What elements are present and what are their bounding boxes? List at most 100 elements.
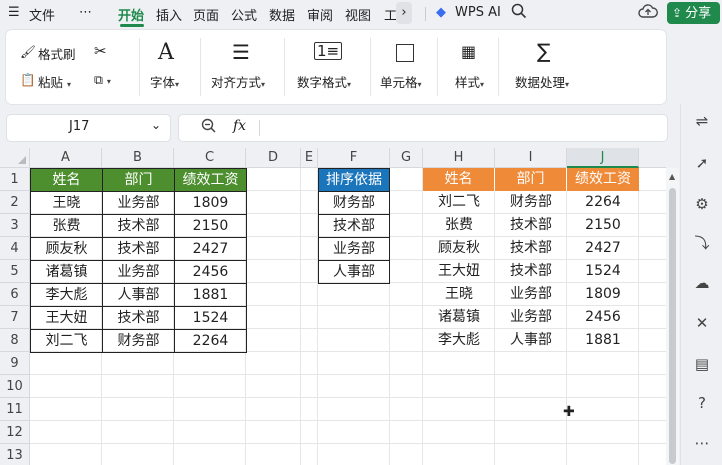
table2-cell[interactable]: 技术部 xyxy=(495,237,567,260)
table2-cell[interactable]: 技术部 xyxy=(495,214,567,237)
formula-bar[interactable]: fx xyxy=(178,114,668,142)
row-header[interactable]: 4 xyxy=(0,237,30,260)
table1-cell[interactable]: 技术部 xyxy=(102,214,175,238)
settings-sliders-icon[interactable]: ⚙ xyxy=(693,195,711,213)
zoom-icon[interactable] xyxy=(201,118,217,138)
table1-cell[interactable]: 李大彪 xyxy=(30,283,103,307)
table1-cell[interactable]: 王大妞 xyxy=(30,306,103,330)
table2-cell[interactable]: 业务部 xyxy=(495,306,567,329)
column-header-c[interactable]: C xyxy=(174,148,246,168)
table2-header-name[interactable]: 姓名 xyxy=(423,168,495,191)
table1-cell[interactable]: 2264 xyxy=(174,329,247,353)
tab-review[interactable]: 审阅 xyxy=(307,5,333,24)
table2-cell[interactable]: 1809 xyxy=(567,283,639,306)
search-icon[interactable] xyxy=(511,3,527,23)
spreadsheet-grid[interactable]: A B C D E F G H I J 1 2 3 4 5 6 7 8 9 10… xyxy=(0,148,666,465)
column-header-i[interactable]: I xyxy=(495,148,567,168)
table2-cell[interactable]: 业务部 xyxy=(495,283,567,306)
table1-cell[interactable]: 财务部 xyxy=(102,329,175,353)
table2-cell[interactable]: 刘二飞 xyxy=(423,191,495,214)
table1-cell[interactable]: 2456 xyxy=(174,260,247,284)
tab-view[interactable]: 视图 xyxy=(345,5,371,24)
table1-cell[interactable]: 顾友秋 xyxy=(30,237,103,261)
copy-button[interactable]: ⧉ ▾ xyxy=(94,72,111,88)
table2-cell[interactable]: 诸葛镇 xyxy=(423,306,495,329)
align-button[interactable]: 对齐方式▾ xyxy=(211,72,265,91)
table1-header-dept[interactable]: 部门 xyxy=(102,168,175,192)
table2-cell[interactable]: 2456 xyxy=(567,306,639,329)
tab-insert[interactable]: 插入 xyxy=(156,5,182,24)
table1-cell[interactable]: 1809 xyxy=(174,191,247,215)
scroll-thumb[interactable] xyxy=(669,188,676,464)
scroll-up-icon[interactable]: ▲ xyxy=(669,172,675,181)
help-icon[interactable]: ? xyxy=(693,394,711,412)
table2-cell[interactable]: 张费 xyxy=(423,214,495,237)
row-header[interactable]: 9 xyxy=(0,352,30,375)
select-all-corner[interactable] xyxy=(0,148,30,168)
style-button[interactable]: 样式▾ xyxy=(455,72,484,91)
table1-cell[interactable]: 王晓 xyxy=(30,191,103,215)
hamburger-menu-icon[interactable]: ☰ xyxy=(8,5,20,20)
column-header-g[interactable]: G xyxy=(390,148,423,168)
column-header-b[interactable]: B xyxy=(102,148,174,168)
tab-home[interactable]: 开始 xyxy=(118,5,144,24)
tabs-scroll-right-icon[interactable]: › xyxy=(396,2,412,24)
row-header[interactable]: 7 xyxy=(0,306,30,329)
table2-cell[interactable]: 王晓 xyxy=(423,283,495,306)
table2-cell[interactable]: 顾友秋 xyxy=(423,237,495,260)
row-header[interactable]: 1 xyxy=(0,168,30,191)
table1-cell[interactable]: 1881 xyxy=(174,283,247,307)
name-box[interactable]: J17 ⌄ xyxy=(6,114,171,142)
wps-ai-button[interactable]: WPS AI xyxy=(455,5,501,20)
format-painter-button[interactable]: 格式刷 xyxy=(38,44,76,63)
column-header-e[interactable]: E xyxy=(301,148,318,168)
column-header-k[interactable] xyxy=(639,148,666,168)
transfer-icon[interactable]: ⤵ xyxy=(693,234,711,252)
font-button[interactable]: 字体▾ xyxy=(150,72,179,91)
table1-cell[interactable]: 人事部 xyxy=(102,283,175,307)
chevron-down-icon[interactable]: ⌄ xyxy=(151,118,161,132)
column-header-f[interactable]: F xyxy=(318,148,390,168)
column-header-a[interactable]: A xyxy=(30,148,102,168)
row-header[interactable]: 12 xyxy=(0,421,30,444)
table1-cell[interactable]: 刘二飞 xyxy=(30,329,103,353)
sort-key-header[interactable]: 排序依据 xyxy=(318,168,390,192)
row-header[interactable]: 6 xyxy=(0,283,30,306)
tab-formula[interactable]: 公式 xyxy=(231,5,257,24)
table2-header-salary[interactable]: 绩效工资 xyxy=(567,168,639,191)
cut-icon[interactable]: ✂ xyxy=(94,42,107,60)
table2-cell[interactable]: 2427 xyxy=(567,237,639,260)
table1-header-salary[interactable]: 绩效工资 xyxy=(174,168,247,192)
table2-header-dept[interactable]: 部门 xyxy=(495,168,567,191)
share-button[interactable]: ⇪ 分享 xyxy=(667,2,720,24)
cell-button[interactable]: 单元格▾ xyxy=(380,72,422,91)
column-header-d[interactable]: D xyxy=(246,148,301,168)
table2-cell[interactable]: 李大彪 xyxy=(423,329,495,352)
pointer-icon[interactable]: ➚ xyxy=(693,154,711,172)
more-icon[interactable]: ⋯ xyxy=(693,434,711,452)
table1-cell[interactable]: 2427 xyxy=(174,237,247,261)
number-format-button[interactable]: 数字格式▾ xyxy=(297,72,351,91)
table2-cell[interactable]: 财务部 xyxy=(495,191,567,214)
sort-key-cell[interactable]: 人事部 xyxy=(318,260,390,284)
table1-cell[interactable]: 诸葛镇 xyxy=(30,260,103,284)
table1-cell[interactable]: 技术部 xyxy=(102,306,175,330)
row-header[interactable]: 2 xyxy=(0,191,30,214)
row-header[interactable]: 8 xyxy=(0,329,30,352)
table2-cell[interactable]: 人事部 xyxy=(495,329,567,352)
column-header-j[interactable]: J xyxy=(567,148,639,168)
sort-key-cell[interactable]: 技术部 xyxy=(318,214,390,238)
book-icon[interactable]: ▤ xyxy=(693,355,711,373)
ai-assistant-icon[interactable]: ☁ xyxy=(693,274,711,292)
tab-page[interactable]: 页面 xyxy=(193,5,219,24)
table1-cell[interactable]: 1524 xyxy=(174,306,247,330)
sort-key-cell[interactable]: 业务部 xyxy=(318,237,390,261)
table2-cell[interactable]: 1881 xyxy=(567,329,639,352)
table1-cell[interactable]: 业务部 xyxy=(102,260,175,284)
row-header[interactable]: 11 xyxy=(0,398,30,421)
row-header[interactable]: 10 xyxy=(0,375,30,398)
tools-icon[interactable]: ✕ xyxy=(693,314,711,332)
menu-file[interactable]: 文件 xyxy=(29,5,55,24)
table1-header-name[interactable]: 姓名 xyxy=(30,168,103,192)
cloud-sync-icon[interactable] xyxy=(638,3,658,25)
